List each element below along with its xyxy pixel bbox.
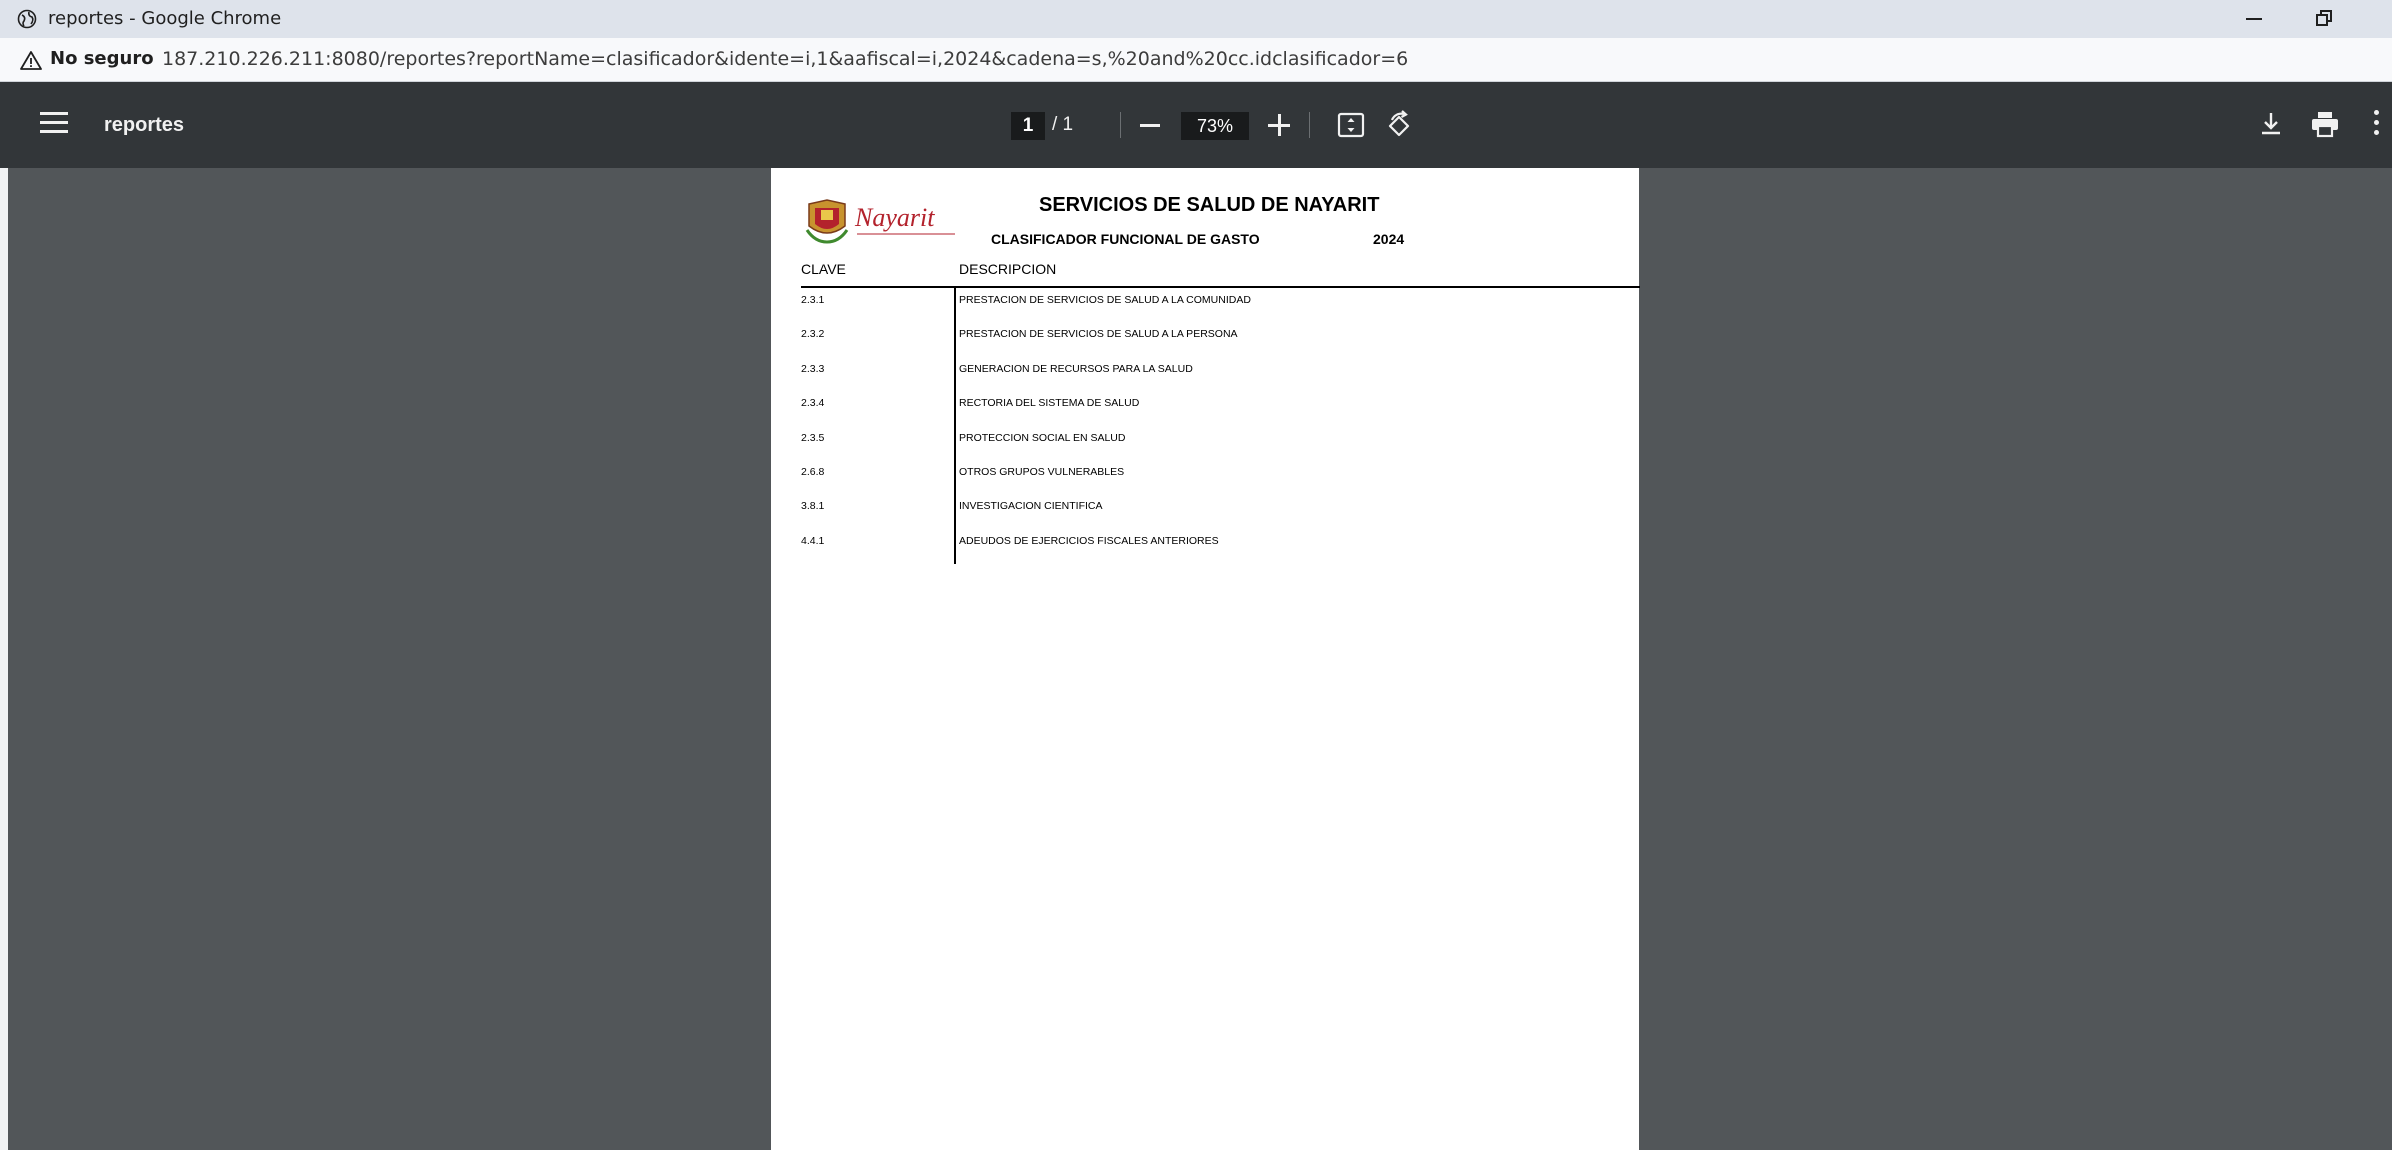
page-total: / 1 [1052,114,1074,135]
document-subtitle: CLASIFICADOR FUNCIONAL DE GASTO [991,231,1260,247]
table-row: 2.3.5 PROTECCION SOCIAL EN SALUD [801,430,1621,464]
zoom-out-icon[interactable] [1140,124,1160,127]
table-row: 2.3.3 GENERACION DE RECURSOS PARA LA SAL… [801,361,1621,395]
clave-cell: 2.3.3 [801,362,825,375]
pdf-title: reportes [104,114,185,136]
descripcion-cell: ADEUDOS DE EJERCICIOS FISCALES ANTERIORE… [959,534,1219,547]
minimize-button[interactable] [2220,0,2276,38]
page-number-input[interactable]: 1 [1011,112,1045,140]
clave-cell: 2.3.1 [801,294,825,306]
more-options-icon[interactable] [2374,110,2384,138]
descripcion-cell: PROTECCION SOCIAL EN SALUD [959,431,1126,444]
zoom-input[interactable]: 73% [1181,112,1249,140]
globe-icon [17,9,37,29]
descripcion-cell: GENERACION DE RECURSOS PARA LA SALUD [959,362,1193,375]
security-label[interactable]: No seguro [50,48,154,69]
column-header-descripcion: DESCRIPCION [959,261,1057,277]
warning-icon[interactable] [20,50,42,70]
column-header-clave: CLAVE [801,261,846,277]
pdf-page: Nayarit SERVICIOS DE SALUD DE NAYARIT CL… [771,168,1640,1150]
restore-button[interactable] [2292,0,2348,38]
fit-page-icon[interactable] [1337,112,1365,138]
clave-cell: 2.3.5 [801,431,825,444]
clave-cell: 2.3.4 [801,397,825,410]
document-year: 2024 [1373,231,1405,247]
address-bar[interactable]: No seguro 187.210.226.211:8080/reportes?… [0,38,2392,82]
table-row: 4.4.1 ADEUDOS DE EJERCICIOS FISCALES ANT… [801,533,1621,567]
descripcion-cell: OTROS GRUPOS VULNERABLES [959,465,1125,478]
toolbar-divider [1309,112,1310,138]
descripcion-cell: PRESTACION DE SERVICIOS DE SALUD A LA CO… [959,294,1251,306]
descripcion-cell: PRESTACION DE SERVICIOS DE SALUD A LA PE… [959,328,1238,341]
window-title: reportes - Google Chrome [48,8,282,29]
clave-cell: 4.4.1 [801,534,825,547]
document-title: SERVICIOS DE SALUD DE NAYARIT [1039,194,1380,216]
clave-cell: 2.6.8 [801,465,825,478]
logo-text: Nayarit [854,203,935,232]
left-edge-strip [0,168,8,1150]
url-text[interactable]: 187.210.226.211:8080/reportes?reportName… [162,48,1408,70]
clave-cell: 3.8.1 [801,500,825,513]
table-row: 2.3.2 PRESTACION DE SERVICIOS DE SALUD A… [801,326,1621,360]
header-divider [801,286,1640,288]
table-row: 2.3.4 RECTORIA DEL SISTEMA DE SALUD [801,395,1621,429]
descripcion-cell: RECTORIA DEL SISTEMA DE SALUD [959,397,1140,410]
table-row: 2.3.1 PRESTACION DE SERVICIOS DE SALUD A… [801,292,1621,326]
clave-cell: 2.3.2 [801,328,825,341]
table-row: 3.8.1 INVESTIGACION CIENTIFICA [801,498,1621,532]
download-icon[interactable] [2258,110,2284,138]
zoom-in-icon[interactable] [1268,114,1290,136]
print-icon[interactable] [2310,110,2340,138]
browser-titlebar: reportes - Google Chrome [0,0,2392,38]
nayarit-logo: Nayarit [805,199,955,244]
rotate-icon[interactable] [1384,110,1414,140]
table-row: 2.6.8 OTROS GRUPOS VULNERABLES [801,464,1621,498]
pdf-toolbar: reportes 1 / 1 73% [0,82,2392,168]
toolbar-divider [1120,112,1121,138]
descripcion-cell: INVESTIGACION CIENTIFICA [959,500,1103,513]
menu-icon[interactable] [40,112,68,136]
table-body: 2.3.1 PRESTACION DE SERVICIOS DE SALUD A… [801,292,1621,567]
